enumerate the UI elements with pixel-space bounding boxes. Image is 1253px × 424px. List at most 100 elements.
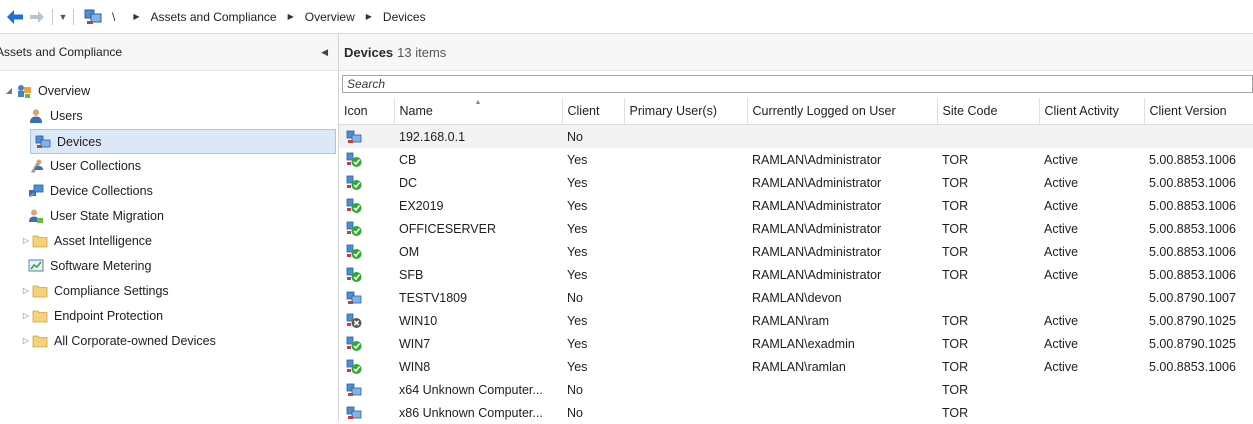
icon-cell (339, 378, 394, 401)
expander-collapsed-icon[interactable]: ▷ (20, 311, 32, 320)
user-state-migration-icon (28, 208, 44, 224)
tree-item-label: Asset Intelligence (54, 234, 152, 248)
forward-arrow-icon[interactable] (26, 6, 48, 28)
client-version-cell: 5.00.8790.1007 (1144, 286, 1253, 309)
column-header-client-activity[interactable]: Client Activity (1039, 98, 1144, 125)
history-dropdown-icon[interactable]: ▼ (57, 7, 69, 27)
tree-item-user-state-migration[interactable]: User State Migration (28, 204, 164, 227)
client-cell: Yes (562, 171, 624, 194)
back-arrow-icon[interactable] (4, 6, 26, 28)
column-header-name[interactable]: ▲ Name (394, 98, 562, 125)
column-header-primary-users[interactable]: Primary User(s) (624, 98, 747, 125)
folder-icon (32, 333, 48, 349)
breadcrumb-devices[interactable]: Devices (380, 10, 429, 24)
toolbar-separator (73, 9, 74, 25)
column-header-client-version[interactable]: Client Version (1144, 98, 1253, 125)
table-row[interactable]: DCYesRAMLAN\AdministratorTORActive5.00.8… (339, 171, 1253, 194)
table-row[interactable]: WIN8YesRAMLAN\ramlanTORActive5.00.8853.1… (339, 355, 1253, 378)
breadcrumb-root[interactable]: \ (102, 10, 125, 24)
device-name-cell: 192.168.0.1 (394, 125, 562, 149)
tree-item-all-corporate-owned-devices[interactable]: ▷ All Corporate-owned Devices (20, 329, 216, 352)
navigation-pane: Assets and Compliance ◀ ◢ Overview Users… (0, 34, 339, 421)
device-name-cell: SFB (394, 263, 562, 286)
tree-item-compliance-settings[interactable]: ▷ Compliance Settings (20, 279, 169, 302)
table-row[interactable]: TESTV1809NoRAMLAN\devon5.00.8790.1007 (339, 286, 1253, 309)
tree-item-users[interactable]: Users (28, 104, 83, 127)
device-name-cell: WIN10 (394, 309, 562, 332)
breadcrumb-arrow-icon[interactable]: ▶ (358, 12, 380, 21)
console-icon[interactable] (84, 9, 100, 25)
search-input[interactable] (342, 75, 1253, 93)
primary-user-cell (624, 148, 747, 171)
breadcrumb: \ ▶ Assets and Compliance ▶ Overview ▶ D… (84, 9, 429, 25)
device-icon (346, 405, 362, 421)
pane-title: Devices (344, 45, 393, 60)
client-cell: Yes (562, 148, 624, 171)
icon-cell (339, 332, 394, 355)
expander-expanded-icon[interactable]: ◢ (2, 86, 16, 95)
toolbar-separator (52, 9, 53, 25)
tree-item-devices[interactable]: Devices (30, 129, 336, 154)
client-activity-cell: Active (1039, 309, 1144, 332)
primary-user-cell (624, 263, 747, 286)
client-version-cell: 5.00.8790.1025 (1144, 332, 1253, 355)
site-code-cell: TOR (937, 263, 1039, 286)
tree-item-label: Software Metering (50, 259, 151, 273)
breadcrumb-overview[interactable]: Overview (302, 10, 358, 24)
tree-item-label: Users (50, 109, 83, 123)
sort-ascending-icon: ▲ (395, 99, 562, 107)
logged-on-user-cell: RAMLAN\Administrator (747, 148, 937, 171)
client-activity-cell: Active (1039, 332, 1144, 355)
logged-on-user-cell (747, 125, 937, 149)
client-cell: Yes (562, 240, 624, 263)
logged-on-user-cell: RAMLAN\ram (747, 309, 937, 332)
table-row[interactable]: WIN10YesRAMLAN\ramTORActive5.00.8790.102… (339, 309, 1253, 332)
device-name-cell: TESTV1809 (394, 286, 562, 309)
device-name-cell: DC (394, 171, 562, 194)
tree-item-device-collections[interactable]: Device Collections (28, 179, 153, 202)
users-icon (28, 108, 44, 124)
breadcrumb-arrow-icon[interactable]: ▶ (280, 12, 302, 21)
expander-collapsed-icon[interactable]: ▷ (20, 336, 32, 345)
breadcrumb-assets-and-compliance[interactable]: Assets and Compliance (148, 10, 280, 24)
tree-item-label: Devices (57, 135, 101, 149)
column-header-site-code[interactable]: Site Code (937, 98, 1039, 125)
site-code-cell: TOR (937, 309, 1039, 332)
tree-item-label: User Collections (50, 159, 141, 173)
column-header-logged-on-user[interactable]: Currently Logged on User (747, 98, 937, 125)
device-name-cell: OFFICESERVER (394, 217, 562, 240)
logged-on-user-cell: RAMLAN\Administrator (747, 171, 937, 194)
table-row[interactable]: EX2019YesRAMLAN\AdministratorTORActive5.… (339, 194, 1253, 217)
client-activity-cell: Active (1039, 240, 1144, 263)
device-name-cell: CB (394, 148, 562, 171)
tree-item-label: User State Migration (50, 209, 164, 223)
expander-collapsed-icon[interactable]: ▷ (20, 286, 32, 295)
table-row[interactable]: WIN7YesRAMLAN\exadminTORActive5.00.8790.… (339, 332, 1253, 355)
table-row[interactable]: 192.168.0.1No (339, 125, 1253, 149)
collapse-pane-icon[interactable]: ◀ (321, 47, 328, 58)
tree-item-software-metering[interactable]: Software Metering (28, 254, 151, 277)
tree-item-endpoint-protection[interactable]: ▷ Endpoint Protection (20, 304, 163, 327)
tree-item-asset-intelligence[interactable]: ▷ Asset Intelligence (20, 229, 152, 252)
table-row[interactable]: OMYesRAMLAN\AdministratorTORActive5.00.8… (339, 240, 1253, 263)
table-row[interactable]: OFFICESERVERYesRAMLAN\AdministratorTORAc… (339, 217, 1253, 240)
column-header-icon[interactable]: Icon (339, 98, 394, 125)
table-row[interactable]: x64 Unknown Computer...NoTOR (339, 378, 1253, 401)
client-version-cell: 5.00.8853.1006 (1144, 263, 1253, 286)
device-name-cell: WIN7 (394, 332, 562, 355)
pane-title-bar: Devices 13 items (339, 34, 1253, 71)
expander-collapsed-icon[interactable]: ▷ (20, 236, 32, 245)
table-row[interactable]: CBYesRAMLAN\AdministratorTORActive5.00.8… (339, 148, 1253, 171)
tree-item-user-collections[interactable]: User Collections (28, 154, 141, 177)
column-header-client[interactable]: Client (562, 98, 624, 125)
tree-item-overview[interactable]: ◢ Overview (2, 79, 90, 102)
devices-table: Icon ▲ Name Client Primary User(s) Curre… (339, 98, 1253, 424)
logged-on-user-cell: RAMLAN\Administrator (747, 194, 937, 217)
client-activity-cell (1039, 125, 1144, 149)
table-row[interactable]: SFBYesRAMLAN\AdministratorTORActive5.00.… (339, 263, 1253, 286)
primary-user-cell (624, 171, 747, 194)
primary-user-cell (624, 286, 747, 309)
client-cell: Yes (562, 309, 624, 332)
primary-user-cell (624, 217, 747, 240)
breadcrumb-arrow-icon[interactable]: ▶ (125, 12, 147, 21)
